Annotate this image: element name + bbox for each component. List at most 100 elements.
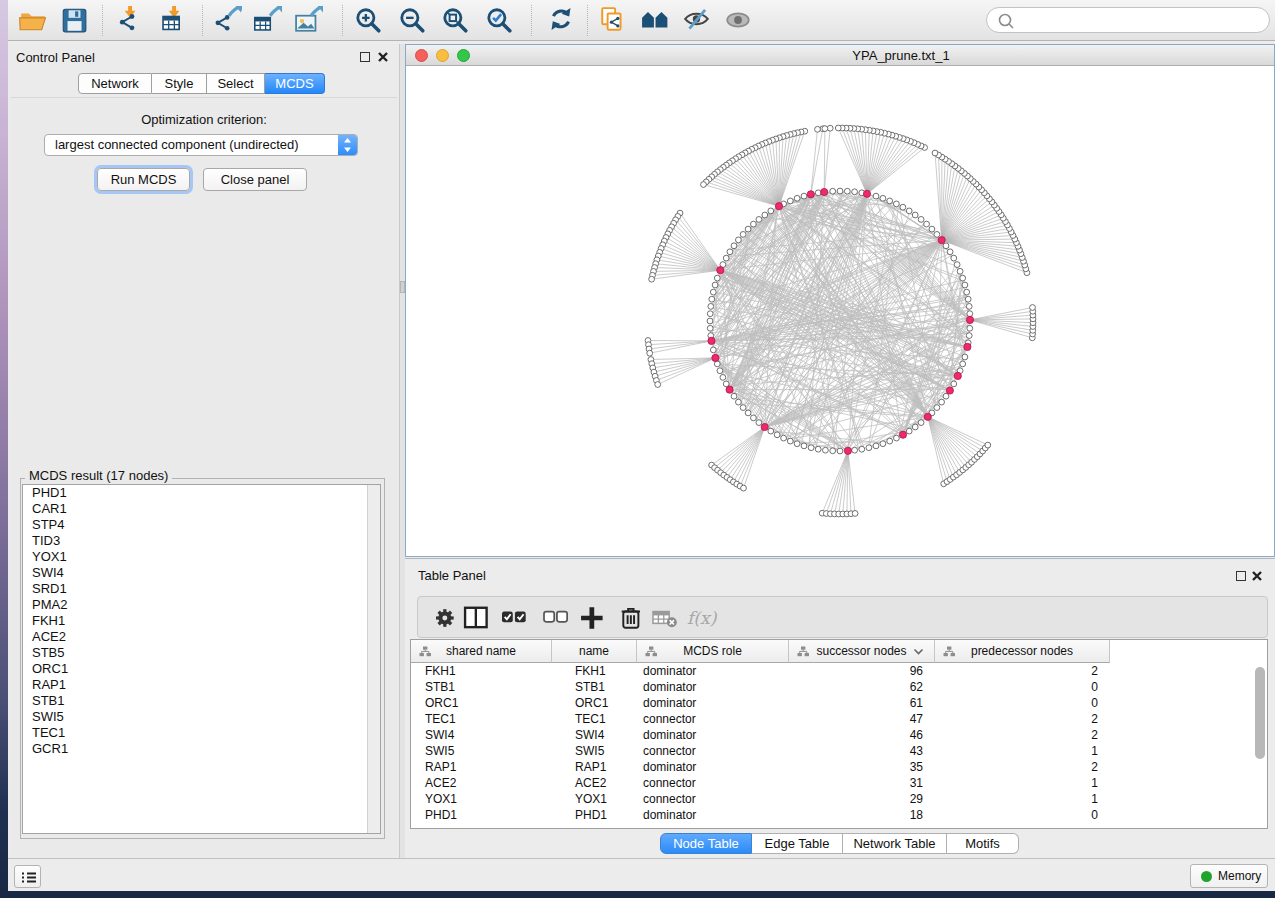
cell-name: PHD1 [575, 807, 607, 823]
network-graph[interactable] [406, 66, 1274, 556]
mcds-result-item[interactable]: TEC1 [23, 725, 380, 741]
mcds-result-item[interactable]: ORC1 [23, 661, 380, 677]
mcds-result-item[interactable]: FKH1 [23, 613, 380, 629]
show-all-icon[interactable] [724, 6, 754, 36]
result-list-scrollbar[interactable] [367, 485, 380, 833]
float-table-panel-icon[interactable] [1236, 571, 1246, 581]
import-network-icon[interactable] [115, 6, 145, 36]
zoom-out-icon[interactable] [398, 6, 428, 36]
add-column-icon[interactable] [577, 604, 611, 632]
toolbar-separator [202, 5, 204, 36]
tab-edge-table[interactable]: Edge Table [752, 833, 843, 854]
save-session-icon[interactable] [60, 6, 90, 36]
export-network-icon[interactable] [214, 6, 244, 36]
mcds-result-item[interactable]: STB5 [23, 645, 380, 661]
mcds-result-list[interactable]: PHD1CAR1STP4TID3YOX1SWI4SRD1PMA2FKH1ACE2… [22, 484, 381, 834]
cell-successor_nodes: 96 [910, 663, 923, 679]
zoom-fit-icon[interactable] [441, 6, 471, 36]
mcds-result-item[interactable]: YOX1 [23, 549, 380, 565]
table-row[interactable]: ORC1ORC1dominator610 [411, 695, 1267, 711]
mcds-result-item[interactable]: CAR1 [23, 501, 380, 517]
column-header-shared-name[interactable]: shared name [411, 640, 552, 663]
cell-mcds_role: dominator [643, 759, 696, 775]
table-row[interactable]: SWI4SWI4dominator462 [411, 727, 1267, 743]
close-panel-button[interactable]: Close panel [203, 168, 307, 191]
mcds-result-item[interactable]: PHD1 [23, 485, 380, 501]
tab-select[interactable]: Select [207, 73, 265, 94]
cell-shared_name: SWI4 [425, 727, 454, 743]
criterion-dropdown[interactable]: largest connected component (undirected) [44, 134, 358, 156]
main-toolbar [8, 0, 1275, 41]
cell-shared_name: SWI5 [425, 743, 454, 759]
mcds-result-item[interactable]: ACE2 [23, 629, 380, 645]
table-row[interactable]: TEC1TEC1connector472 [411, 711, 1267, 727]
delete-column-icon[interactable] [616, 604, 650, 632]
mcds-result-item[interactable]: STP4 [23, 517, 380, 533]
cell-predecessor_nodes: 1 [1091, 775, 1098, 791]
cell-name: FKH1 [575, 663, 606, 679]
network-canvas[interactable] [406, 66, 1274, 556]
mcds-result-item[interactable]: GCR1 [23, 741, 380, 757]
mcds-result-item[interactable]: RAP1 [23, 677, 380, 693]
table-row[interactable]: SWI5SWI5connector431 [411, 743, 1267, 759]
delete-table-icon[interactable] [650, 604, 684, 632]
column-header-name[interactable]: name [552, 640, 637, 663]
open-session-icon[interactable] [18, 6, 48, 36]
export-table-icon[interactable] [254, 6, 284, 36]
column-header-predecessor-nodes[interactable]: predecessor nodes [935, 640, 1110, 663]
mcds-result-item[interactable]: PMA2 [23, 597, 380, 613]
mcds-result-item[interactable]: SWI4 [23, 565, 380, 581]
tab-network-table[interactable]: Network Table [843, 833, 947, 854]
toolbar-separator [102, 5, 104, 36]
mcds-result-item[interactable]: STB1 [23, 693, 380, 709]
deselect-all-checkboxes-icon[interactable] [541, 604, 575, 632]
select-all-checkboxes-icon[interactable] [499, 604, 533, 632]
cell-mcds_role: connector [643, 743, 696, 759]
mcds-result-item[interactable]: TID3 [23, 533, 380, 549]
float-panel-icon[interactable] [360, 52, 370, 62]
clone-network-icon[interactable] [599, 6, 629, 36]
gear-icon[interactable] [430, 604, 464, 632]
column-header-MCDS-role[interactable]: MCDS role [637, 640, 789, 663]
function-builder-icon[interactable]: f(x) [685, 604, 719, 632]
table-row[interactable]: ACE2ACE2connector311 [411, 775, 1267, 791]
cell-successor_nodes: 43 [910, 743, 923, 759]
cell-name: YOX1 [575, 791, 607, 807]
export-image-icon[interactable] [295, 6, 325, 36]
column-header-successor-nodes[interactable]: successor nodes [789, 640, 935, 663]
search-input[interactable] [986, 7, 1270, 33]
tab-mcds[interactable]: MCDS [265, 73, 325, 94]
maximize-window-icon[interactable] [457, 49, 470, 62]
table-row[interactable]: STB1STB1dominator620 [411, 679, 1267, 695]
tab-node-table[interactable]: Node Table [660, 833, 752, 854]
cell-mcds_role: dominator [643, 679, 696, 695]
split-columns-icon[interactable] [461, 604, 495, 632]
close-table-panel-icon[interactable] [1251, 570, 1263, 582]
zoom-selected-icon[interactable] [485, 6, 515, 36]
table-scrollbar[interactable] [1255, 667, 1265, 759]
cell-predecessor_nodes: 2 [1091, 711, 1098, 727]
zoom-in-icon[interactable] [354, 6, 384, 36]
table-row[interactable]: RAP1RAP1dominator352 [411, 759, 1267, 775]
tab-network[interactable]: Network [78, 73, 152, 94]
network-view-titlebar[interactable]: YPA_prune.txt_1 [406, 45, 1274, 66]
run-mcds-button[interactable]: Run MCDS [97, 168, 190, 191]
memory-button[interactable]: Memory [1190, 864, 1268, 888]
close-window-icon[interactable] [415, 49, 428, 62]
table-row[interactable]: PHD1PHD1dominator180 [411, 807, 1267, 823]
table-row[interactable]: FKH1FKH1dominator962 [411, 663, 1267, 679]
cell-predecessor_nodes: 0 [1091, 695, 1098, 711]
home-layout-icon[interactable] [641, 6, 671, 36]
minimize-window-icon[interactable] [436, 49, 449, 62]
cell-shared_name: TEC1 [425, 711, 456, 727]
tab-motifs[interactable]: Motifs [947, 833, 1019, 854]
table-row[interactable]: YOX1YOX1connector291 [411, 791, 1267, 807]
mcds-result-item[interactable]: SRD1 [23, 581, 380, 597]
import-table-icon[interactable] [159, 6, 189, 36]
refresh-view-icon[interactable] [547, 6, 577, 36]
close-panel-icon[interactable] [377, 51, 389, 63]
tab-style[interactable]: Style [152, 73, 207, 94]
mcds-result-item[interactable]: SWI5 [23, 709, 380, 725]
hide-selected-icon[interactable] [683, 6, 713, 36]
task-history-button[interactable] [14, 865, 41, 888]
